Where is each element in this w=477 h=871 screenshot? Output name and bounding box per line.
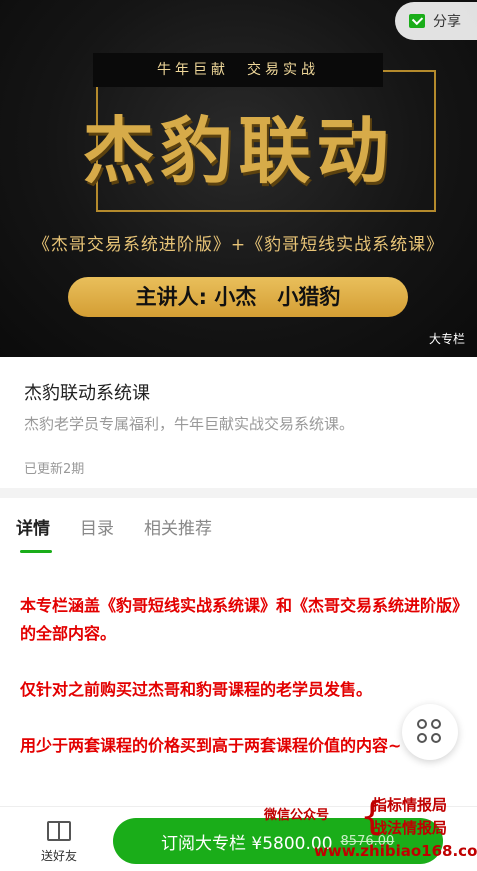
original-price: 8576.00 (340, 833, 395, 849)
floating-menu-button[interactable] (402, 704, 458, 760)
content-paragraph: 本专栏涵盖《豹哥短线实战系统课》和《杰哥交易系统进阶版》的全部内容。 (20, 596, 461, 643)
tab-bar: 详情 目录 相关推荐 (16, 514, 212, 553)
gift-icon (47, 821, 71, 841)
section-divider (0, 488, 477, 498)
content-paragraph: 用少于两套课程的价格买到高于两套课程价值的内容~ (20, 736, 402, 755)
gift-to-friend-button[interactable]: 送好友 (36, 821, 82, 864)
subscribe-label: 订阅大专栏 ¥5800.00 (161, 833, 333, 854)
banner-tagline: 牛年巨献 交易实战 (93, 53, 383, 87)
bottom-bar: 送好友 订阅大专栏 ¥5800.00 8576.00 (0, 806, 477, 871)
tab-recommendations[interactable]: 相关推荐 (144, 514, 212, 553)
subscribe-button[interactable]: 订阅大专栏 ¥5800.00 8576.00 (113, 818, 443, 864)
tab-details[interactable]: 详情 (16, 514, 52, 553)
banner-title: 杰豹联动 (82, 108, 395, 193)
banner-subtitle: 《杰哥交易系统进阶版》+《豹哥短线实战系统课》 (32, 235, 445, 255)
banner-speaker: 主讲人: 小杰 小猎豹 (68, 277, 408, 317)
course-description: 杰豹老学员专属福利，牛年巨献实战交易系统课。 (24, 415, 355, 433)
column-badge: 大专栏 (428, 332, 465, 346)
details-content: 本专栏涵盖《豹哥短线实战系统课》和《杰哥交易系统进阶版》的全部内容。 仅针对之前… (20, 592, 466, 788)
content-paragraph: 仅针对之前购买过杰哥和豹哥课程的老学员发售。 (20, 680, 373, 699)
tab-catalog[interactable]: 目录 (80, 514, 114, 553)
grid-menu-icon (417, 719, 443, 745)
gift-label: 送好友 (40, 849, 77, 863)
wechat-share-icon (409, 14, 425, 28)
course-info: 杰豹联动系统课 杰豹老学员专属福利，牛年巨献实战交易系统课。 已更新2期 (0, 357, 477, 488)
course-banner: 牛年巨献 交易实战 杰豹联动 《杰哥交易系统进阶版》+《豹哥短线实战系统课》 主… (0, 0, 477, 357)
course-title: 杰豹联动系统课 (24, 383, 150, 404)
update-count: 已更新2期 (24, 462, 85, 477)
share-button[interactable]: 分享 (395, 2, 477, 40)
share-label: 分享 (433, 14, 461, 30)
